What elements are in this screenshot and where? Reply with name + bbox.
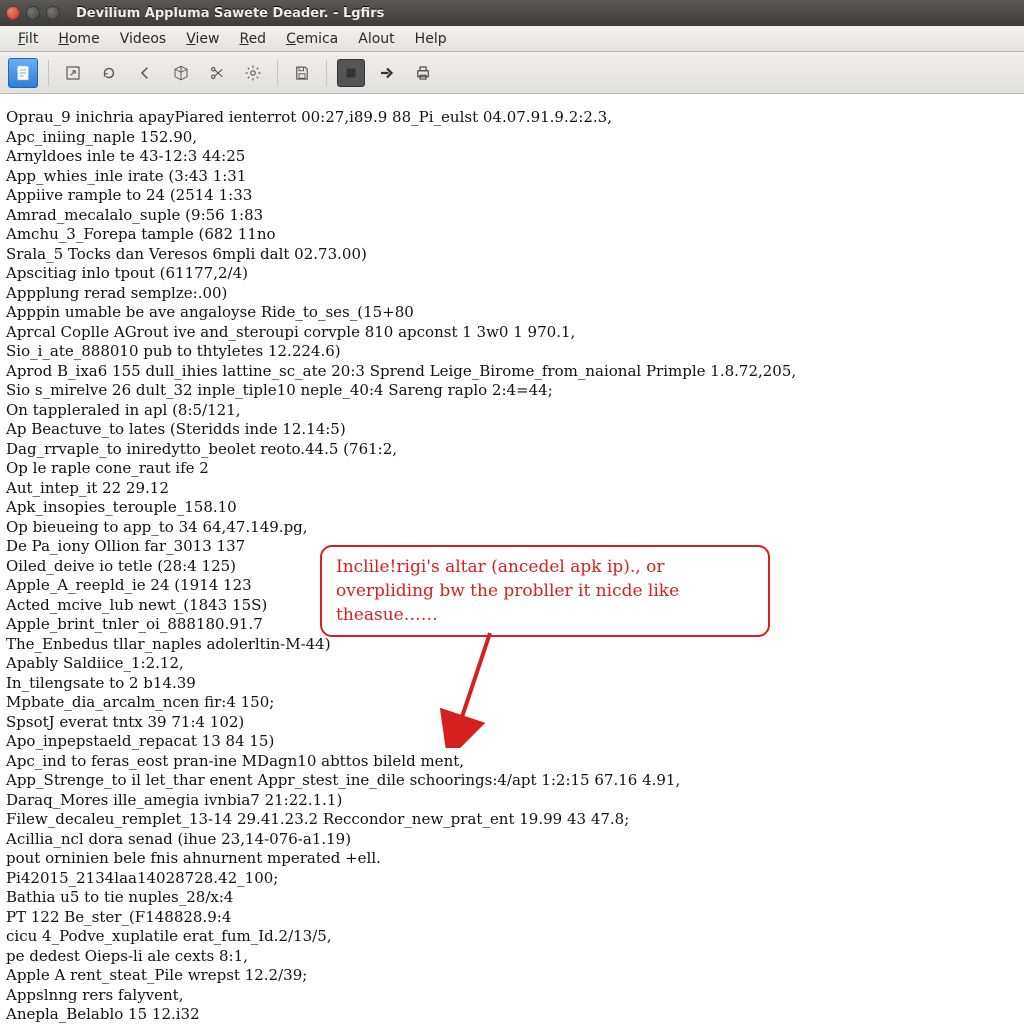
window-maximize-button[interactable] xyxy=(46,6,60,20)
log-line: The_Enbedus tllar_naples adolerltin-M-44… xyxy=(6,635,1018,655)
menu-file[interactable]: Filt xyxy=(8,29,48,49)
menu-videos[interactable]: Videos xyxy=(110,29,177,49)
log-line: Arnyldoes inle te 43-12:3 44:25 xyxy=(6,147,1018,167)
log-line: Aprcal Coplle AGrout ive and_steroupi co… xyxy=(6,323,1018,343)
menu-help[interactable]: Help xyxy=(405,29,457,49)
log-line: Apc_ind to feras_eost pran-ine MDagn10 a… xyxy=(6,752,1018,772)
toolbar-separator xyxy=(326,60,327,86)
log-line: PT 122 Be_ster_(F148828.9:4 xyxy=(6,908,1018,928)
menu-alout[interactable]: Alout xyxy=(348,29,404,49)
document-icon xyxy=(14,64,32,82)
log-line: App_Strenge_to il let_thar enent Appr_st… xyxy=(6,771,1018,791)
log-line: Sio s_mirelve 26 dult_32 inple_tiple10 n… xyxy=(6,381,1018,401)
toolbar xyxy=(0,52,1024,94)
cut-button[interactable] xyxy=(203,59,231,87)
printer-icon xyxy=(414,64,432,82)
callout-line: overpliding bw the probller it nicde lik… xyxy=(336,579,754,603)
toolbar-separator xyxy=(48,60,49,86)
log-line: Sio_i_ate_888010 pub to thtyletes 12.224… xyxy=(6,342,1018,362)
menu-home[interactable]: Home xyxy=(48,29,109,49)
log-line: SpsotJ everat tntx 39 71:4 102) xyxy=(6,713,1018,733)
log-line: Apc_iniing_naple 152.90, xyxy=(6,128,1018,148)
window-close-button[interactable] xyxy=(6,6,20,20)
log-line: In_tilengsate to 2 b14.39 xyxy=(6,674,1018,694)
callout-line: theasue…… xyxy=(336,603,754,627)
log-line: Appiive rample to 24 (2514 1:33 xyxy=(6,186,1018,206)
new-document-button[interactable] xyxy=(8,58,38,88)
log-line: Dag_rrvaple_to iniredytto_beolet reoto.4… xyxy=(6,440,1018,460)
log-line: Apably Saldiice_1:2.12, xyxy=(6,654,1018,674)
log-line: Appslnng rers falyvent, xyxy=(6,986,1018,1006)
log-line: Ap Beactuve_to lates (Steridds inde 12.1… xyxy=(6,420,1018,440)
log-line: Apscitiag inlo tpout (61177,2/4) xyxy=(6,264,1018,284)
reload-button[interactable] xyxy=(95,59,123,87)
save-button[interactable] xyxy=(288,59,316,87)
log-line: pe dedest Oieps-li ale cexts 8:1, xyxy=(6,947,1018,967)
window-minimize-button[interactable] xyxy=(26,6,40,20)
log-line: Op bieueing to app_to 34 64,47.149.pg, xyxy=(6,518,1018,538)
log-line: Apo_inpepstaeld_repacat 13 84 15) xyxy=(6,732,1018,752)
annotation-callout: Inclile!rigi's altar (ancedel apk ip)., … xyxy=(320,545,770,637)
log-line: App_whies_inle irate (3:43 1:31 xyxy=(6,167,1018,187)
arrow-right-bold-icon xyxy=(378,64,396,82)
external-icon xyxy=(64,64,82,82)
log-line: Apk_insopies_terouple_158.10 xyxy=(6,498,1018,518)
log-line: Daraq_Mores ille_amegia ivnbia7 21:22.1.… xyxy=(6,791,1018,811)
arrow-left-icon xyxy=(136,64,154,82)
toolbar-separator xyxy=(277,60,278,86)
log-line: Aprod B_ixa6 155 dull_ihies lattine_sc_a… xyxy=(6,362,1018,382)
log-line: cicu 4_Podve_xuplatile erat_fum_Id.2/13/… xyxy=(6,927,1018,947)
cube-icon xyxy=(172,64,190,82)
stop-icon xyxy=(342,64,360,82)
log-line: Filew_decaleu_remplet_13-14 29.41.23.2 R… xyxy=(6,810,1018,830)
log-line: Acillia_ncl dora senad (ihue 23,14-076-a… xyxy=(6,830,1018,850)
log-line: Mpbate_dia_arcalm_ncen fir:4 150; xyxy=(6,693,1018,713)
log-line: Op le raple cone_raut ife 2 xyxy=(6,459,1018,479)
forward-run-button[interactable] xyxy=(373,59,401,87)
window-title: Devilium Appluma Sawete Deader. - Lgfirs xyxy=(76,6,384,21)
floppy-icon xyxy=(293,64,311,82)
log-line: Amchu_3_Forepa tample (682 11no xyxy=(6,225,1018,245)
menu-view[interactable]: View xyxy=(176,29,229,49)
log-line: Apppin umable be ave angaloyse Ride_to_s… xyxy=(6,303,1018,323)
log-line: Oprau_9 inichria apayPiared ienterrot 00… xyxy=(6,108,1018,128)
open-external-button[interactable] xyxy=(59,59,87,87)
log-line: Pi42015_2134laa14028728.42_100; xyxy=(6,869,1018,889)
log-line: Bathia u5 to tie nuples_28/x:4 xyxy=(6,888,1018,908)
back-button[interactable] xyxy=(131,59,159,87)
gear-icon xyxy=(244,64,262,82)
log-line: On tappleraled in apl (8:5/121, xyxy=(6,401,1018,421)
settings-button[interactable] xyxy=(239,59,267,87)
log-line: pout orninien bele fnis ahnurnent mperat… xyxy=(6,849,1018,869)
log-line: Apple A rent_steat_Pile wrepst 12.2/39; xyxy=(6,966,1018,986)
log-line: Srala_5 Tocks dan Veresos 6mpli dalt 02.… xyxy=(6,245,1018,265)
log-line: Aut_intep_it 22 29.12 xyxy=(6,479,1018,499)
reload-icon xyxy=(100,64,118,82)
log-line: Amrad_mecalalo_suple (9:56 1:83 xyxy=(6,206,1018,226)
box-button[interactable] xyxy=(167,59,195,87)
scissors-icon xyxy=(208,64,226,82)
log-line: Appplung rerad semplze:.00) xyxy=(6,284,1018,304)
log-line: Anepla_Belablo 15 12.i32 xyxy=(6,1005,1018,1024)
export-button[interactable] xyxy=(409,59,437,87)
callout-line: Inclile!rigi's altar (ancedel apk ip)., … xyxy=(336,555,754,579)
menu-cemica[interactable]: Cemica xyxy=(276,29,348,49)
stop-button[interactable] xyxy=(337,59,365,87)
menu-red[interactable]: Red xyxy=(229,29,276,49)
menubar: Filt Home Videos View Red Cemica Alout H… xyxy=(0,26,1024,52)
titlebar: Devilium Appluma Sawete Deader. - Lgfirs xyxy=(0,0,1024,26)
